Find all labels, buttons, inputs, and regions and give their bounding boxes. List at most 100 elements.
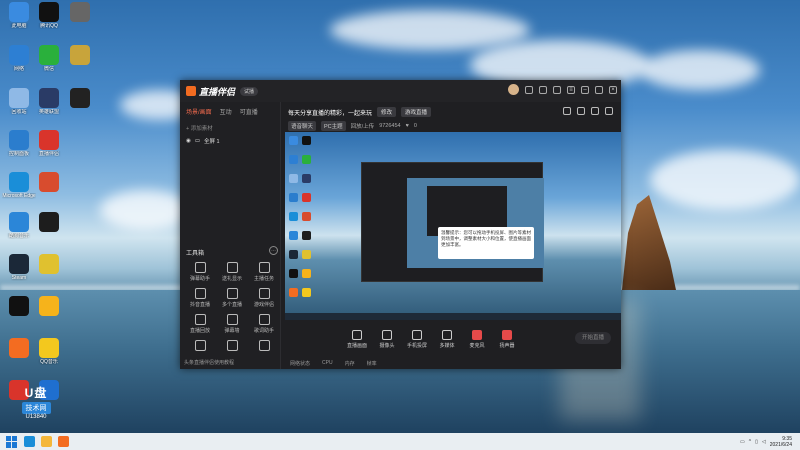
desktop-icon[interactable]: Microsoft Edge <box>2 172 36 199</box>
tool-item[interactable]: 抖音直播 <box>184 288 216 308</box>
desktop-icon[interactable] <box>63 2 97 23</box>
titlebar[interactable]: 直播伴侣 试播 ≡ – × <box>180 80 621 102</box>
bell-icon[interactable] <box>591 107 599 115</box>
badge-line1: U盘 <box>24 386 48 400</box>
tool-item[interactable]: 直播回放 <box>184 314 216 334</box>
message-icon[interactable] <box>525 85 533 94</box>
desktop-icon-label: 回收站 <box>11 109 27 115</box>
badge-line3: U13840 <box>25 414 47 420</box>
tool-item[interactable]: 弹幕助手 <box>184 262 216 282</box>
lock-icon[interactable]: ▭ <box>195 138 200 144</box>
tool-item[interactable]: 歌词助手 <box>248 314 280 334</box>
desktop-icon[interactable] <box>2 338 36 359</box>
tool-item[interactable]: 游戏伴侣 <box>248 288 280 308</box>
go-live-button[interactable]: 开始直播 <box>575 332 611 344</box>
tab-live[interactable]: 可直播 <box>240 107 258 116</box>
eye-icon[interactable]: ◉ <box>186 138 191 144</box>
speaker-button[interactable]: 扬声器 <box>492 329 522 349</box>
app-icon <box>9 2 29 22</box>
tool-item[interactable] <box>216 340 248 353</box>
menu-icon[interactable]: ≡ <box>567 85 575 94</box>
desktop-icon[interactable] <box>63 88 97 109</box>
version-badge[interactable]: 试播 <box>240 86 259 96</box>
add-source-label: 添加素材 <box>190 126 213 132</box>
clock[interactable]: 9:35 2021/6/24 <box>770 436 792 448</box>
desktop-icon[interactable]: 网络 <box>2 45 36 72</box>
desktop-icon[interactable]: 控制面板 <box>2 130 36 157</box>
app-icon <box>9 254 29 274</box>
screen-capture-label: 直播画面 <box>346 342 367 349</box>
tutorial-link[interactable]: 头条直播伴侣使用教程 <box>184 359 234 366</box>
app-icon <box>70 88 90 108</box>
gift-icon[interactable] <box>563 107 571 115</box>
maximize-icon[interactable] <box>595 85 603 94</box>
live-companion-taskbar-icon[interactable] <box>58 436 69 447</box>
avatar[interactable] <box>508 84 519 95</box>
microphone-button[interactable]: 麦克风 <box>462 329 492 349</box>
phone-cast-button[interactable]: 手机投屏 <box>402 329 432 349</box>
desktop-icon[interactable]: 英雄联盟 <box>32 88 66 115</box>
edge-taskbar-icon[interactable] <box>24 436 35 447</box>
app-icon <box>9 338 29 358</box>
desktop-icon[interactable] <box>2 296 36 317</box>
desktop-icon[interactable] <box>32 212 66 233</box>
desktop-icon[interactable] <box>32 254 66 275</box>
desktop-icon[interactable] <box>32 296 66 317</box>
shop-icon[interactable] <box>577 107 585 115</box>
tag-voice[interactable]: 语音聊天 <box>288 121 317 131</box>
preview-desktop-icon <box>302 193 311 202</box>
tool-item[interactable] <box>184 340 216 353</box>
more-tools-icon[interactable]: … <box>269 246 278 255</box>
desktop-icon[interactable]: 酷狗音乐 <box>2 212 36 239</box>
desktop-icon[interactable]: 回收站 <box>2 88 36 115</box>
tool-item[interactable]: 送礼显示 <box>216 262 248 282</box>
left-panel: 场景/画面 互动 可直播 + 添加素材 ◉ ▭ 全屏 1 工具箱 … 弹幕助手 送… <box>180 102 281 369</box>
explorer-taskbar-icon[interactable] <box>41 436 52 447</box>
preview-desktop-icon <box>302 231 311 240</box>
desktop-icon[interactable]: 此电脑 <box>2 2 36 29</box>
tool-item[interactable] <box>248 340 280 353</box>
tab-scenes[interactable]: 场景/画面 <box>186 107 212 116</box>
tool-icon <box>258 288 270 299</box>
tool-icon <box>194 314 206 325</box>
share-icon[interactable] <box>605 107 613 115</box>
desktop-icon[interactable] <box>63 45 97 66</box>
tool-icon <box>194 262 206 273</box>
keyboard-icon[interactable]: ▭ <box>740 439 745 445</box>
network-icon[interactable]: ▯ <box>755 439 758 445</box>
desktop-icon[interactable]: QQ音乐 <box>32 338 66 365</box>
tool-item[interactable]: 多个直播 <box>216 288 248 308</box>
preview-desktop-icon <box>302 174 311 183</box>
minimize-icon[interactable]: – <box>581 85 589 94</box>
close-icon[interactable]: × <box>609 85 617 94</box>
desktop-icon[interactable]: 腾讯QQ <box>32 2 66 29</box>
tool-icon <box>226 262 238 273</box>
status-item: 内存 <box>344 360 355 367</box>
volume-icon[interactable]: ◁ <box>762 439 766 445</box>
app-icon <box>39 45 59 65</box>
chevron-up-icon[interactable]: ^ <box>749 439 751 445</box>
tag-pc[interactable]: PC主题 <box>321 121 346 131</box>
screen-capture-button[interactable]: 直播画面 <box>342 329 372 349</box>
tool-item[interactable]: 主播任务 <box>248 262 280 282</box>
camera-button[interactable]: 摄像头 <box>372 329 402 349</box>
app-icon <box>9 88 29 108</box>
desktop-icon[interactable] <box>32 172 66 193</box>
like-icon: ♥ <box>405 123 409 129</box>
tab-interact[interactable]: 互动 <box>220 107 232 116</box>
scene-item[interactable]: ◉ ▭ 全屏 1 <box>180 135 280 147</box>
replay-upload[interactable]: 回放/上传 <box>351 122 375 130</box>
topic-select[interactable]: 游戏直播 <box>401 107 432 117</box>
media-button[interactable]: 多媒体 <box>432 329 462 349</box>
tool-item[interactable]: 弹幕墙 <box>216 314 248 334</box>
start-button[interactable] <box>6 435 18 448</box>
desktop-icon[interactable]: Steam <box>2 254 36 281</box>
add-source-button[interactable]: + 添加素材 <box>186 124 274 132</box>
tool-label: 弹幕墙 <box>224 328 240 334</box>
desktop-icon[interactable]: 微信 <box>32 45 66 72</box>
desktop-icon[interactable]: 直播伴侣 <box>32 130 66 157</box>
settings-icon[interactable] <box>539 85 547 94</box>
live-preview[interactable]: 温馨提示：您可以拖动手机投屏、图片等素材到场景中，调整素材大小和位置，使直播画面… <box>285 132 621 320</box>
shirt-icon[interactable] <box>553 85 561 94</box>
edit-title-button[interactable]: 修改 <box>377 107 397 117</box>
